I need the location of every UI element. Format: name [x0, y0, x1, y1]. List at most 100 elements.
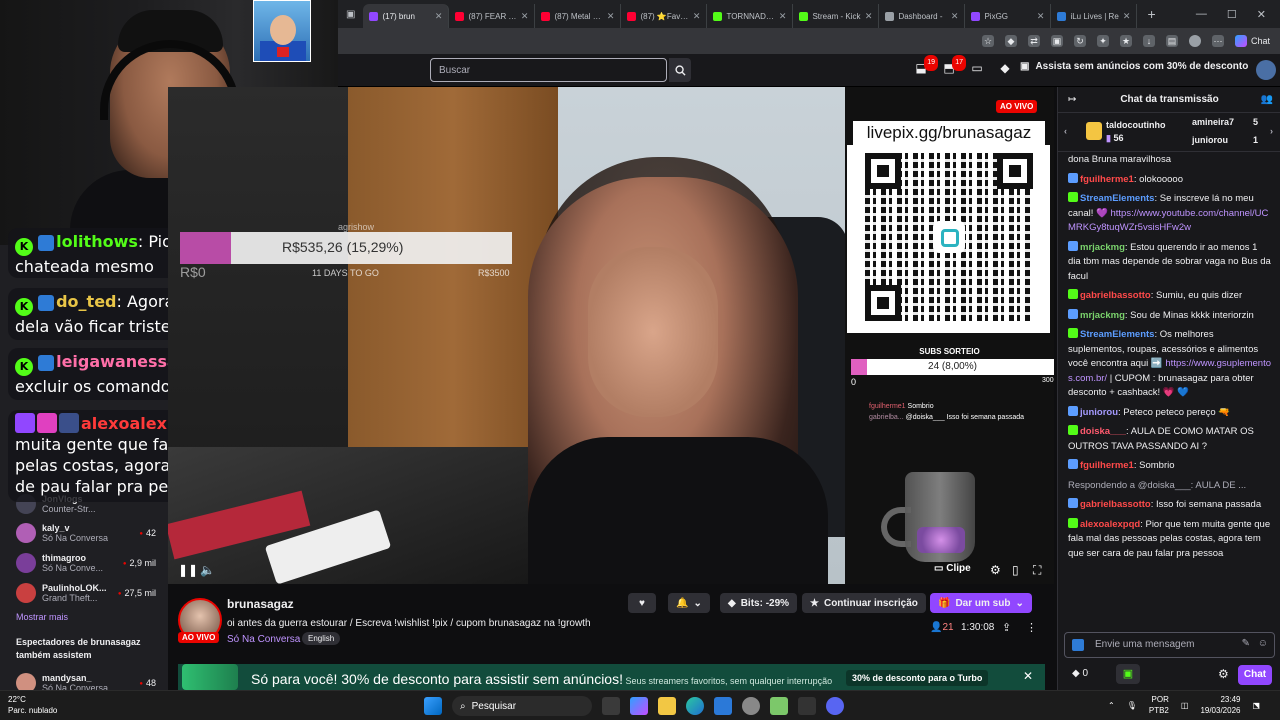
- chat-username[interactable]: StreamElements: [1080, 193, 1154, 204]
- network-icon[interactable]: ◫: [1181, 701, 1189, 710]
- chevron-left-icon[interactable]: ‹: [1064, 126, 1067, 136]
- minimize-icon[interactable]: —: [1196, 8, 1207, 21]
- chat-username[interactable]: alexoalexpqd: [1080, 519, 1140, 530]
- continue-sub-button[interactable]: ★ Continuar inscrição: [802, 593, 926, 613]
- puzzle-icon[interactable]: ✦: [1096, 35, 1109, 47]
- extension-icon[interactable]: ◆: [1004, 35, 1017, 47]
- inbox-button[interactable]: ⬒ 17: [942, 55, 966, 75]
- close-tab-icon[interactable]: ✕: [1123, 11, 1131, 22]
- store-icon[interactable]: [714, 697, 732, 715]
- browser-tab[interactable]: (87) ⭐Favori ✕: [621, 4, 708, 28]
- collections-icon[interactable]: ▤: [1165, 35, 1178, 47]
- pause-button[interactable]: ❚❚: [178, 563, 198, 577]
- game-icon[interactable]: [770, 697, 788, 715]
- search-button[interactable]: [669, 58, 691, 82]
- keyboard-language[interactable]: POR PTB2: [1149, 694, 1169, 716]
- chat-username[interactable]: fguilherme1: [1080, 174, 1134, 185]
- copilot-chat-button[interactable]: Chat: [1234, 35, 1270, 47]
- close-tab-icon[interactable]: ✕: [693, 11, 701, 22]
- refresh-extension-icon[interactable]: ↻: [1073, 35, 1086, 47]
- close-tab-icon[interactable]: ✕: [435, 11, 443, 22]
- browser-tab[interactable]: TORNNADOZ ✕: [707, 4, 794, 28]
- office-icon[interactable]: ▣: [1050, 35, 1063, 47]
- stream-category[interactable]: Só Na Conversa: [227, 634, 300, 645]
- chat-message-input[interactable]: Envie uma mensagem ✎ ☺: [1064, 632, 1275, 658]
- obs-icon[interactable]: [798, 697, 816, 715]
- chat-username[interactable]: gabrielbassotto: [1080, 290, 1151, 301]
- copilot-icon[interactable]: [630, 697, 648, 715]
- browser-tab[interactable]: (17) brun ✕: [363, 4, 450, 28]
- follow-heart-button[interactable]: ♥: [628, 593, 656, 613]
- browser-tab[interactable]: (87) FEAR TH ✕: [449, 4, 536, 28]
- bits-discount-button[interactable]: ◆ Bits: -29%: [720, 593, 798, 613]
- clock[interactable]: 23:49 19/03/2026: [1200, 694, 1240, 716]
- sidebar-channel[interactable]: thimagrooSó Na Conve... 2,9 mil: [16, 553, 156, 573]
- maximize-icon[interactable]: ☐: [1227, 8, 1237, 21]
- file-explorer-icon[interactable]: [658, 697, 676, 715]
- close-tab-icon[interactable]: ✕: [779, 11, 787, 22]
- app-icon[interactable]: [742, 697, 760, 715]
- chat-username[interactable]: mrjackmg: [1080, 242, 1125, 253]
- close-window-icon[interactable]: ✕: [1257, 8, 1266, 21]
- notification-bell-button[interactable]: 🔔 ⌄: [668, 593, 710, 613]
- clip-button[interactable]: ▭ Clipe: [934, 563, 971, 574]
- taskbar-search[interactable]: ⌕ Pesquisar: [452, 696, 592, 716]
- video-player[interactable]: agrishow R$535,26 (15,29%) R$0 11 DAYS T…: [168, 87, 1054, 584]
- chat-settings-gear-icon[interactable]: ⚙: [1218, 667, 1229, 681]
- chat-username[interactable]: doiska___: [1080, 426, 1126, 437]
- browser-tab[interactable]: Dashboard - ✕: [879, 4, 966, 28]
- sidebar-channel[interactable]: kaly_vSó Na Conversa 42: [16, 523, 156, 543]
- close-tab-icon[interactable]: ✕: [607, 11, 615, 22]
- close-tab-icon[interactable]: ✕: [951, 11, 959, 22]
- edge-icon[interactable]: [686, 697, 704, 715]
- chat-username[interactable]: StreamElements: [1080, 329, 1154, 340]
- fullscreen-icon[interactable]: ⛶: [1033, 563, 1041, 578]
- user-avatar[interactable]: [1256, 60, 1276, 80]
- browser-tab[interactable]: iLu Lives | Re ✕: [1051, 4, 1138, 28]
- settings-gear-icon[interactable]: ⚙: [990, 563, 1001, 577]
- chat-username[interactable]: fguilherme1: [1080, 460, 1134, 471]
- menu-icon[interactable]: ⋯: [1211, 35, 1224, 47]
- browser-tab[interactable]: PixGG ✕: [965, 4, 1052, 28]
- community-icon[interactable]: 👥: [1261, 87, 1273, 113]
- chevron-up-icon[interactable]: ⌃: [1108, 701, 1115, 710]
- close-tab-icon[interactable]: ✕: [865, 11, 873, 22]
- tab-actions-icon[interactable]: ▣: [338, 9, 363, 20]
- close-tab-icon[interactable]: ✕: [521, 11, 529, 22]
- chat-username[interactable]: juniorou: [1080, 407, 1118, 418]
- new-tab-icon[interactable]: +: [1137, 6, 1165, 22]
- language-tag[interactable]: English: [302, 632, 341, 645]
- discord-icon[interactable]: [826, 697, 844, 715]
- send-chat-button[interactable]: Chat: [1238, 665, 1272, 685]
- leader-name[interactable]: taldocoutinho: [1106, 120, 1166, 130]
- whispers-button[interactable]: ▭: [970, 61, 984, 75]
- chat-username[interactable]: gabrielbassotto: [1080, 499, 1151, 510]
- show-more-link[interactable]: Mostrar mais: [16, 612, 68, 622]
- volume-button[interactable]: 🔈: [200, 563, 215, 577]
- notifications-button[interactable]: ⬓ 19: [914, 55, 938, 75]
- task-view-icon[interactable]: [602, 697, 620, 715]
- mic-icon[interactable]: 🎙: [1127, 701, 1137, 710]
- favorites-icon[interactable]: ★: [1119, 35, 1132, 47]
- weather-widget[interactable]: 22°C Parc. nublado: [8, 694, 57, 716]
- bits-cheer-icon[interactable]: ✎: [1242, 638, 1250, 649]
- theater-mode-icon[interactable]: ▯: [1012, 563, 1019, 577]
- browser-tab[interactable]: (87) Metal Ins ✕: [535, 4, 622, 28]
- translate-icon[interactable]: ⇄: [1027, 35, 1040, 47]
- close-icon[interactable]: ✕: [1023, 669, 1033, 683]
- more-options-icon[interactable]: ⋮: [1026, 621, 1037, 634]
- gift-sub-button[interactable]: 🎁 Dar um sub ⌄: [930, 593, 1032, 613]
- emote-icon[interactable]: ☺: [1258, 638, 1268, 649]
- windows-start-icon[interactable]: [424, 697, 442, 715]
- chat-username[interactable]: mrjackmg: [1080, 310, 1125, 321]
- profile-icon[interactable]: [1188, 35, 1201, 47]
- leader-name[interactable]: juniorou: [1192, 135, 1228, 145]
- turbo-button[interactable]: ▣ Assista sem anúncios com 30% de descon…: [1020, 61, 1248, 72]
- channel-name[interactable]: brunasagaz: [227, 597, 294, 611]
- close-tab-icon[interactable]: ✕: [1037, 11, 1045, 22]
- bits-button[interactable]: ◆: [998, 61, 1012, 75]
- browser-tab[interactable]: Stream - Kick ✕: [793, 4, 880, 28]
- search-input[interactable]: Buscar: [430, 58, 667, 82]
- download-icon[interactable]: ↓: [1142, 35, 1155, 47]
- points-display[interactable]: ◆ 0: [1072, 668, 1088, 679]
